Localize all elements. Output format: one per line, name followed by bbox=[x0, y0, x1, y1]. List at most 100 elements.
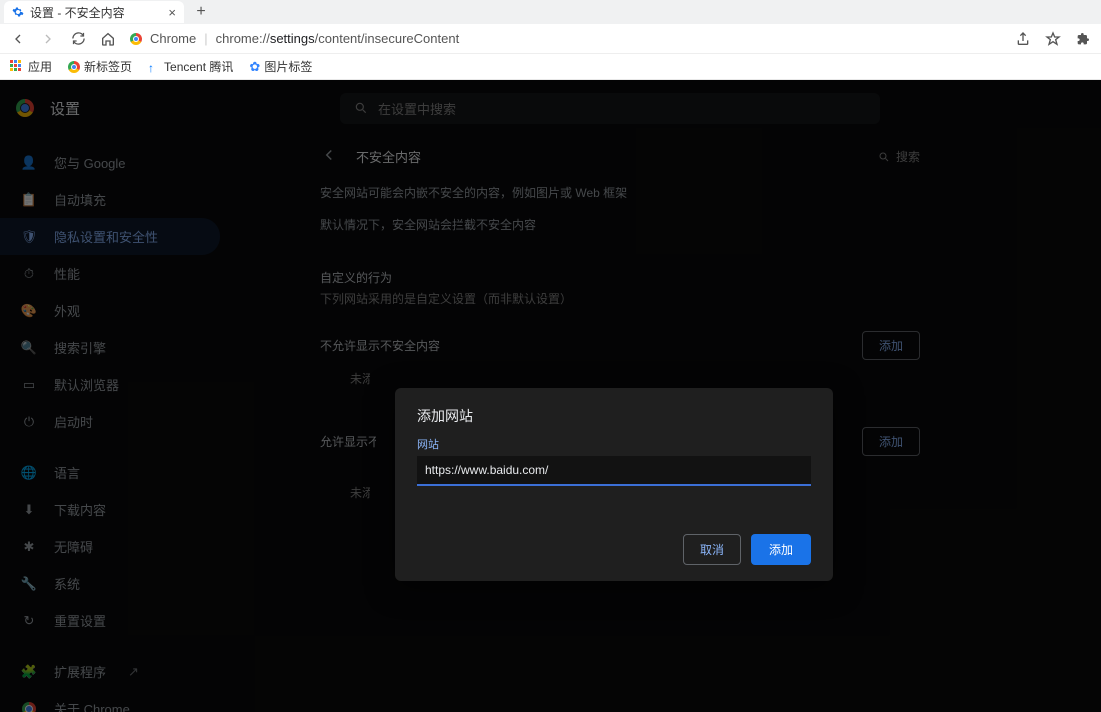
sidebar-item-reset[interactable]: ↻ 重置设置 bbox=[0, 602, 220, 639]
block-no-sites: 未添加任何网站 bbox=[350, 370, 370, 387]
puzzle-icon: 🧩 bbox=[20, 664, 38, 680]
forward-icon[interactable] bbox=[40, 31, 56, 47]
sidebar-item-label: 自动填充 bbox=[54, 190, 106, 209]
sidebar-item-label: 扩展程序 bbox=[54, 662, 106, 681]
sidebar-item-downloads[interactable]: ⬇ 下载内容 bbox=[0, 491, 220, 528]
add-site-dialog: 添加网站 网站 取消 添加 bbox=[395, 388, 833, 581]
sidebar-item-label: 语言 bbox=[54, 463, 80, 482]
apps-bookmark[interactable]: 应用 bbox=[10, 58, 52, 75]
sidebar-item-label: 关于 Chrome bbox=[54, 699, 130, 712]
globe-icon: 🌐 bbox=[20, 465, 38, 481]
content-desc-1: 安全网站可能会内嵌不安全的内容，例如图片或 Web 框架 bbox=[320, 177, 920, 209]
content-desc-2: 默认情况下，安全网站会拦截不安全内容 bbox=[320, 209, 920, 241]
block-label: 不允许显示不安全内容 bbox=[320, 337, 440, 354]
bookmarks-bar: 应用 新标签页 ↑Tencent 腾讯 ✿图片标签 bbox=[0, 54, 1101, 80]
chrome-icon bbox=[130, 33, 142, 45]
search-icon: 🔍 bbox=[20, 340, 38, 356]
chrome-logo bbox=[16, 99, 34, 117]
sidebar-item-appearance[interactable]: 🎨 外观 bbox=[0, 292, 220, 329]
back-arrow-icon[interactable] bbox=[320, 146, 338, 167]
paw-icon: ✿ bbox=[249, 59, 260, 75]
custom-section-sub: 下列网站采用的是自定义设置（而非默认设置） bbox=[320, 290, 920, 307]
tab-title: 设置 - 不安全内容 bbox=[30, 4, 125, 21]
sidebar-item-label: 外观 bbox=[54, 301, 80, 320]
clipboard-icon: 📋 bbox=[20, 192, 38, 208]
back-icon[interactable] bbox=[10, 31, 26, 47]
sidebar-item-label: 系统 bbox=[54, 574, 80, 593]
dialog-title: 添加网站 bbox=[417, 406, 811, 426]
sidebar-item-system[interactable]: 🔧 系统 bbox=[0, 565, 220, 602]
cancel-button[interactable]: 取消 bbox=[683, 534, 741, 565]
sidebar-item-privacy[interactable]: 🛡 隐私设置和安全性 bbox=[0, 218, 220, 255]
sidebar-item-label: 性能 bbox=[54, 264, 80, 283]
accessibility-icon: ✱ bbox=[20, 539, 38, 555]
star-icon[interactable] bbox=[1045, 31, 1061, 47]
tencent-bookmark[interactable]: ↑Tencent 腾讯 bbox=[148, 58, 233, 75]
home-icon[interactable] bbox=[100, 31, 116, 47]
new-tab-button[interactable]: + bbox=[192, 3, 210, 21]
gear-icon bbox=[12, 6, 24, 18]
sidebar-item-about[interactable]: 关于 Chrome bbox=[0, 690, 220, 712]
sidebar-item-label: 搜索引擎 bbox=[54, 338, 106, 357]
close-icon[interactable]: × bbox=[168, 5, 176, 20]
sidebar-item-label: 无障碍 bbox=[54, 537, 93, 556]
sidebar-item-language[interactable]: 🌐 语言 bbox=[0, 454, 220, 491]
browser-tab[interactable]: 设置 - 不安全内容 × bbox=[4, 1, 184, 23]
chrome-icon bbox=[20, 702, 38, 712]
page-header: 设置 在设置中搜索 bbox=[0, 80, 1101, 136]
sidebar-item-autofill[interactable]: 📋 自动填充 bbox=[0, 181, 220, 218]
palette-icon: 🎨 bbox=[20, 303, 38, 319]
puzzle-icon[interactable] bbox=[1075, 31, 1091, 47]
sidebar: 👤 您与 Google 📋 自动填充 🛡 隐私设置和安全性 ⏱ 性能 🎨 外观 🔍 搜索引擎… bbox=[0, 136, 220, 712]
page-title: 设置 bbox=[50, 98, 80, 119]
sidebar-item-performance[interactable]: ⏱ 性能 bbox=[0, 255, 220, 292]
search-placeholder: 在设置中搜索 bbox=[378, 99, 456, 118]
share-icon[interactable] bbox=[1015, 31, 1031, 47]
url-box[interactable]: Chrome | chrome://settings/content/insec… bbox=[130, 31, 459, 46]
sidebar-item-startup[interactable]: ⏻ 启动时 bbox=[0, 403, 220, 440]
shield-icon: 🛡 bbox=[20, 229, 38, 245]
confirm-add-button[interactable]: 添加 bbox=[751, 534, 811, 565]
sidebar-item-label: 启动时 bbox=[54, 412, 93, 431]
tab-strip: 设置 - 不安全内容 × + bbox=[0, 0, 1101, 24]
chrome-icon bbox=[68, 61, 80, 73]
settings-page: 设置 在设置中搜索 👤 您与 Google 📋 自动填充 🛡 隐私设置和安全性 ⏱ 性能… bbox=[0, 80, 1101, 712]
wrench-icon: 🔧 bbox=[20, 576, 38, 592]
external-link-icon: ↗ bbox=[128, 664, 139, 680]
power-icon: ⏻ bbox=[20, 414, 38, 430]
chrome-label: Chrome bbox=[150, 31, 196, 46]
sidebar-item-label: 您与 Google bbox=[54, 153, 126, 172]
apps-icon bbox=[10, 60, 24, 74]
search-icon bbox=[354, 101, 368, 115]
sidebar-item-label: 隐私设置和安全性 bbox=[54, 227, 158, 246]
sidebar-item-search[interactable]: 🔍 搜索引擎 bbox=[0, 329, 220, 366]
content-title: 不安全内容 bbox=[356, 147, 421, 166]
allow-label: 允许显示不安全内容 bbox=[320, 433, 376, 450]
allow-no-sites: 未添加任何网站 bbox=[350, 484, 370, 501]
sidebar-item-default-browser[interactable]: ▭ 默认浏览器 bbox=[0, 366, 220, 403]
url-text: chrome://settings/content/insecureConten… bbox=[216, 31, 460, 46]
sidebar-item-you-google[interactable]: 👤 您与 Google bbox=[0, 144, 220, 181]
speed-icon: ⏱ bbox=[20, 266, 38, 282]
add-block-button[interactable]: 添加 bbox=[862, 331, 920, 360]
sidebar-item-accessibility[interactable]: ✱ 无障碍 bbox=[0, 528, 220, 565]
add-allow-button[interactable]: 添加 bbox=[862, 427, 920, 456]
search-icon bbox=[878, 151, 890, 163]
custom-section-title: 自定义的行为 bbox=[320, 269, 920, 286]
sidebar-item-label: 默认浏览器 bbox=[54, 375, 119, 394]
download-icon: ⬇ bbox=[20, 502, 38, 518]
browser-icon: ▭ bbox=[20, 377, 38, 393]
person-icon: 👤 bbox=[20, 155, 38, 171]
sidebar-item-label: 重置设置 bbox=[54, 611, 106, 630]
reload-icon[interactable] bbox=[70, 31, 86, 47]
site-url-input[interactable] bbox=[417, 456, 811, 486]
address-bar: Chrome | chrome://settings/content/insec… bbox=[0, 24, 1101, 54]
sidebar-item-label: 下载内容 bbox=[54, 500, 106, 519]
imgtag-bookmark[interactable]: ✿图片标签 bbox=[249, 58, 312, 75]
tencent-icon: ↑ bbox=[148, 61, 160, 73]
sidebar-item-extensions[interactable]: 🧩 扩展程序 ↗ bbox=[0, 653, 220, 690]
newtab-bookmark[interactable]: 新标签页 bbox=[68, 58, 132, 75]
reset-icon: ↻ bbox=[20, 613, 38, 629]
settings-search[interactable]: 在设置中搜索 bbox=[340, 93, 880, 124]
content-search[interactable]: 搜索 bbox=[878, 148, 920, 165]
